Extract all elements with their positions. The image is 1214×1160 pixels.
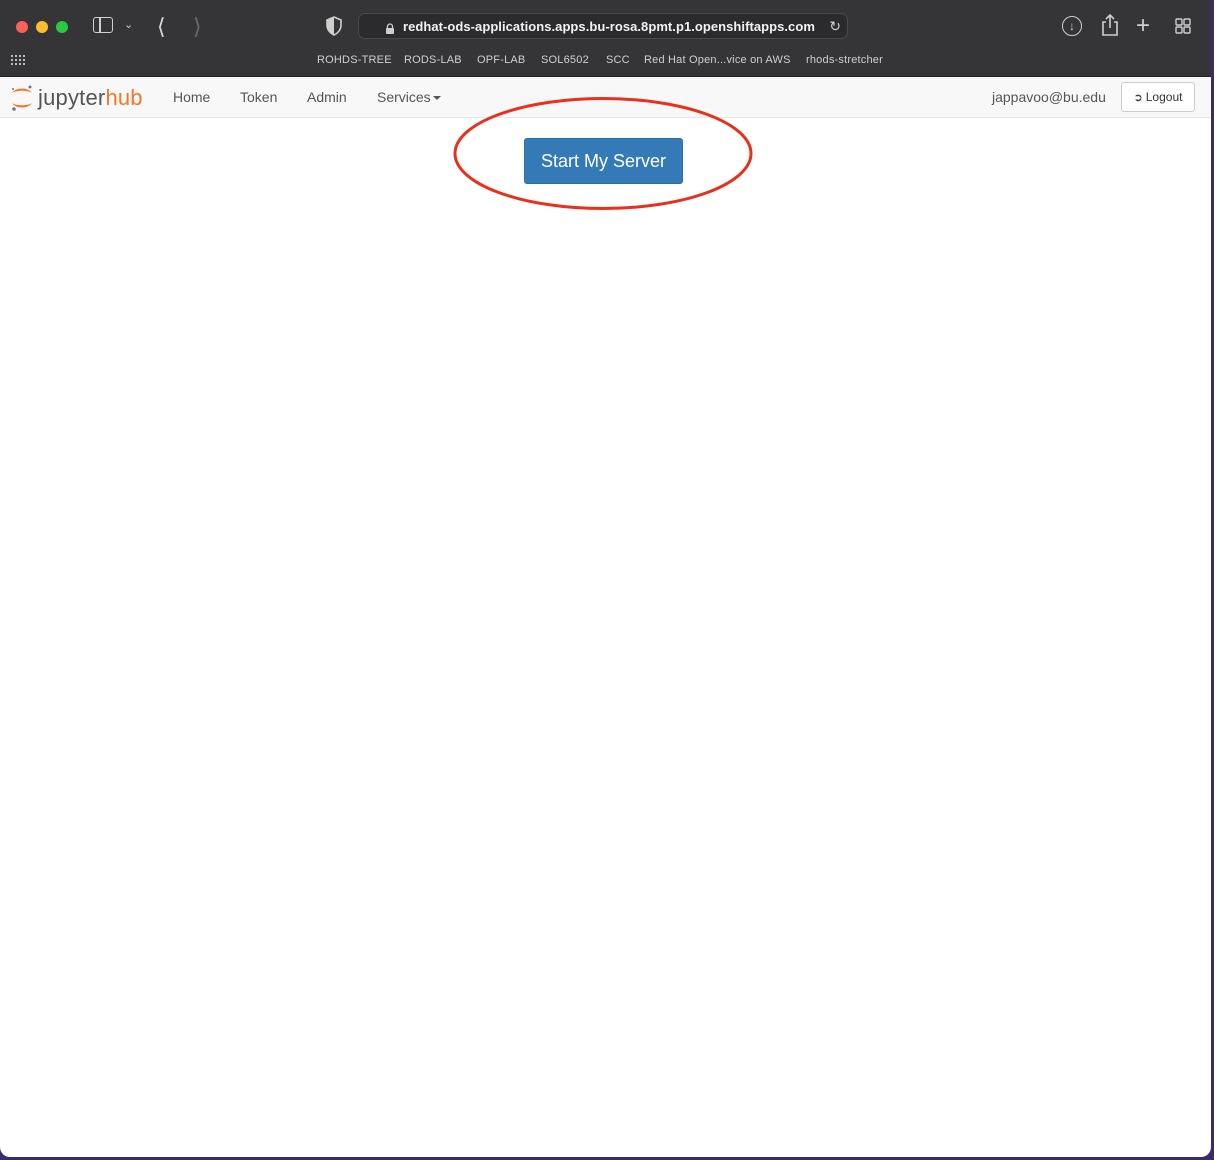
browser-window: ⌄ ⟨ ⟩ redhat-ods-applications.apps.bu-ro… xyxy=(0,0,1211,1157)
nav-home[interactable]: Home xyxy=(173,89,210,105)
nav-services-dropdown[interactable]: Services xyxy=(377,89,441,105)
bookmark-opf-lab[interactable]: OPF-LAB xyxy=(477,54,525,66)
address-bar[interactable]: redhat-ods-applications.apps.bu-rosa.8pm… xyxy=(358,13,848,39)
caret-down-icon xyxy=(432,96,441,101)
minimize-window-button[interactable] xyxy=(36,21,48,33)
jupyterhub-logo[interactable]: jupyter hub xyxy=(10,83,143,113)
start-my-server-button[interactable]: Start My Server xyxy=(524,138,683,184)
browser-toolbar: ⌄ ⟨ ⟩ redhat-ods-applications.apps.bu-ro… xyxy=(0,0,1211,54)
logout-button[interactable]: ➲ Logout xyxy=(1121,82,1195,112)
jupyter-logo-icon xyxy=(12,85,32,111)
bookmark-scc[interactable]: SCC xyxy=(606,54,630,66)
lock-icon xyxy=(385,21,395,34)
privacy-shield-icon[interactable] xyxy=(326,16,342,36)
logout-icon: ➲ xyxy=(1133,91,1143,104)
close-window-button[interactable] xyxy=(16,21,28,33)
chevron-down-icon[interactable]: ⌄ xyxy=(124,18,133,31)
apps-grid-icon[interactable] xyxy=(11,55,26,66)
jupyterhub-navbar: jupyter hub Home Token Admin Services jap… xyxy=(0,77,1211,118)
bookmark-red-hat-openshift[interactable]: Red Hat Open...vice on AWS xyxy=(644,54,791,66)
nav-token[interactable]: Token xyxy=(240,89,277,105)
user-email: jappavoo@bu.edu xyxy=(992,89,1106,105)
forward-arrow-icon[interactable]: ⟩ xyxy=(193,14,202,40)
nav-admin[interactable]: Admin xyxy=(307,89,347,105)
nav-services-label: Services xyxy=(377,89,431,105)
download-icon[interactable]: ↓ xyxy=(1062,16,1082,36)
new-tab-icon[interactable]: + xyxy=(1136,12,1150,40)
bookmark-sol6502[interactable]: SOL6502 xyxy=(541,54,589,66)
sidebar-toggle-icon[interactable] xyxy=(93,17,113,33)
logout-label: Logout xyxy=(1145,90,1183,104)
share-icon[interactable] xyxy=(1100,13,1120,37)
bookmark-rhods-stretcher[interactable]: rhods-stretcher xyxy=(806,54,883,66)
bookmark-rods-lab[interactable]: RODS-LAB xyxy=(404,54,462,66)
tab-overview-icon[interactable] xyxy=(1175,18,1191,34)
bookmark-rohds-tree[interactable]: ROHDS-TREE xyxy=(317,54,392,66)
logo-text-jupyter: jupyter xyxy=(38,85,106,110)
zoom-window-button[interactable] xyxy=(56,21,68,33)
back-arrow-icon[interactable]: ⟨ xyxy=(157,14,166,40)
logo-text-hub: hub xyxy=(105,85,143,110)
address-url: redhat-ods-applications.apps.bu-rosa.8pm… xyxy=(403,19,815,34)
reload-icon[interactable]: ↻ xyxy=(829,18,841,35)
